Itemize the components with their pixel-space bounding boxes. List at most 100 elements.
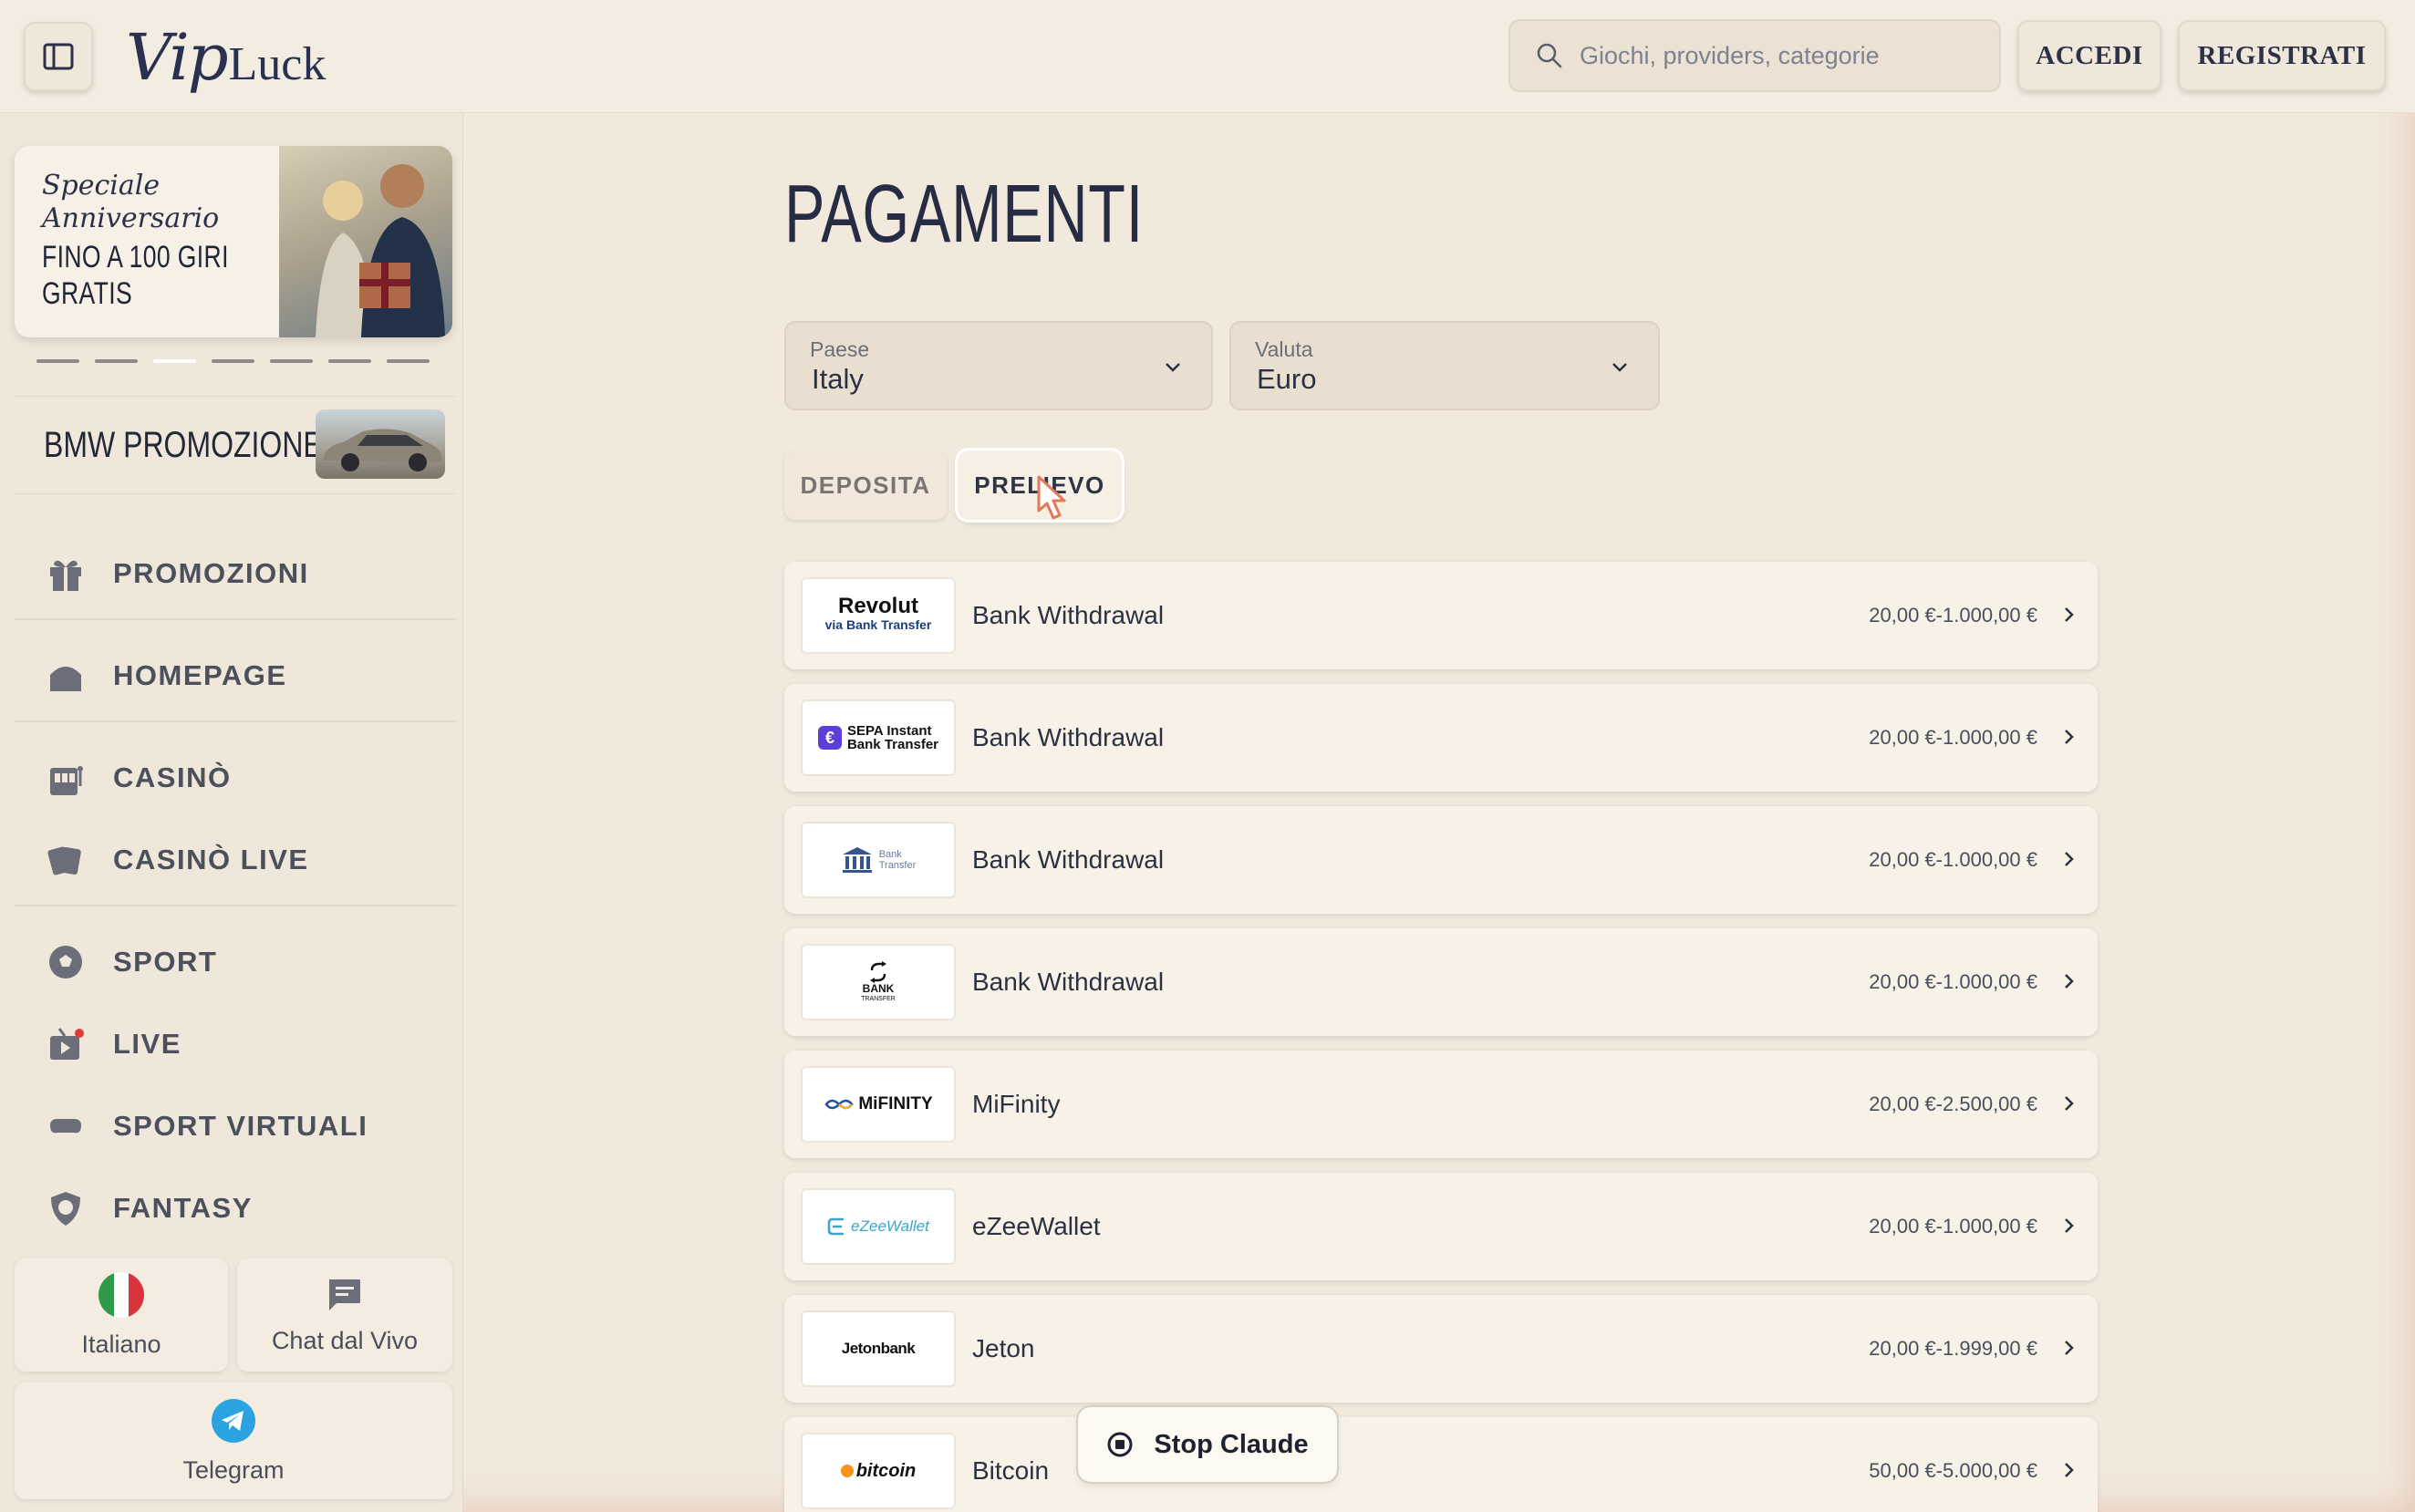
sidebar-item-promozioni[interactable]: PROMOZIONI [15,533,456,615]
infinity-icon [824,1099,854,1110]
tv-live-icon [46,1024,86,1064]
telegram-label: Telegram [182,1455,285,1484]
promo-carousel-dots[interactable] [36,359,430,363]
nav-divider [15,618,456,620]
gift-icon [46,554,86,594]
chevron-right-icon [2065,974,2074,989]
method-name: Bitcoin [972,1456,1050,1485]
live-chat-button[interactable]: Chat dal Vivo [237,1258,452,1372]
chevron-right-icon [2065,607,2074,622]
payment-method-row[interactable]: MiFINITY MiFinity 20,00 €-2.500,00 € [784,1051,2098,1158]
method-range: 20,00 €-1.000,00 € [1869,604,2037,627]
revolut-logo: Revolut via Bank Transfer [801,577,956,654]
method-range: 20,00 €-1.000,00 € [1869,1215,2037,1238]
casino-icon [46,758,86,798]
method-name: eZeeWallet [972,1212,1101,1240]
gamepad-icon [46,1106,86,1146]
home-icon [46,656,86,696]
search-box[interactable] [1508,19,2001,92]
chevron-down-icon [1612,363,1627,372]
ezeewallet-logo: eZeeWallet [801,1188,956,1265]
method-range: 20,00 €-1.000,00 € [1869,726,2037,749]
method-name: Jeton [972,1334,1035,1362]
carousel-dot[interactable] [95,359,138,363]
currency-select-value: Euro [1257,363,1317,395]
telegram-button[interactable]: Telegram [15,1383,452,1499]
bitcoin-coin-icon [840,1465,854,1477]
stop-claude-label: Stop Claude [1154,1429,1309,1459]
ezee-e-icon [827,1217,845,1236]
payment-method-row[interactable]: € SEPA Instant Bank Transfer Bank Withdr… [784,684,2098,792]
carousel-dot-active[interactable] [153,359,196,363]
payment-method-row[interactable]: bitcoin Bitcoin 50,00 €-5.000,00 € [784,1417,2098,1512]
register-button[interactable]: REGISTRATI [2178,20,2386,91]
sepa-instant-logo: € SEPA Instant Bank Transfer [801,699,956,776]
payment-method-row[interactable]: eZeeWallet eZeeWallet 20,00 €-1.000,00 € [784,1173,2098,1280]
chevron-down-icon [1166,363,1180,372]
sidebar-item-sport[interactable]: SPORT [15,921,456,1003]
carousel-dot[interactable] [212,359,254,363]
payment-method-row[interactable]: Revolut via Bank Transfer Bank Withdrawa… [784,562,2098,669]
transfer-arrows-icon [869,960,886,983]
chat-label: Chat dal Vivo [271,1326,419,1354]
carousel-dot[interactable] [387,359,430,363]
payment-method-row[interactable]: Jetonbank Jeton 20,00 €-1.999,00 € [784,1295,2098,1403]
country-select-value: Italy [812,363,864,395]
tab-deposit[interactable]: DEPOSITA [784,450,947,520]
payment-method-row[interactable]: Bank Transfer Bank Withdrawal 20,00 €-1.… [784,806,2098,914]
main-content: PAGAMENTI Paese Italy Valuta Euro DEPOSI… [463,113,2415,1512]
sidebar-item-casino-live[interactable]: CASINÒ LIVE [15,819,456,901]
mifinity-logo: MiFINITY [801,1066,956,1143]
promo-script-text: Speciale Anniversario [42,170,220,234]
search-input[interactable] [1580,41,1981,70]
chevron-right-icon [2065,1463,2074,1477]
method-range: 20,00 €-1.000,00 € [1869,970,2037,993]
sidebar-toggle-button[interactable] [24,22,93,91]
sidebar-item-live[interactable]: LIVE [15,1003,456,1085]
sidebar-panel-icon [43,43,74,70]
method-name: Bank Withdrawal [972,845,1165,874]
chevron-right-icon [2065,1341,2074,1355]
sidebar-item-homepage[interactable]: HOMEPAGE [15,635,456,717]
method-name: Bank Withdrawal [972,723,1165,751]
car-image [316,409,445,479]
nav-divider [15,905,456,906]
nav-divider [15,720,456,722]
promo-image [279,146,452,337]
method-name: Bank Withdrawal [972,601,1165,629]
carousel-dot[interactable] [36,359,79,363]
promo-banner[interactable]: Speciale Anniversario FINO A 100 GIRI GR… [15,146,452,337]
login-button[interactable]: ACCEDI [2017,20,2161,91]
telegram-icon [212,1398,255,1443]
jetonbank-logo: Jetonbank [801,1310,956,1387]
page-title: PAGAMENTI [784,169,1144,260]
sidebar: Speciale Anniversario FINO A 100 GIRI GR… [0,113,463,1512]
carousel-dot[interactable] [270,359,313,363]
payment-method-row[interactable]: BANK TRANSFER Bank Withdrawal 20,00 €-1.… [784,928,2098,1036]
brand-logo[interactable]: Vip Luck [126,20,326,95]
sidebar-item-casino[interactable]: CASINÒ [15,737,456,819]
bank-transfer-logo: Bank Transfer [801,822,956,898]
sidebar-item-fantasy[interactable]: FANTASY [15,1167,456,1249]
mouse-cursor-icon [1037,475,1066,520]
method-range: 20,00 €-2.500,00 € [1869,1093,2037,1115]
carousel-dot[interactable] [328,359,371,363]
stop-claude-button[interactable]: Stop Claude [1078,1407,1337,1482]
bank-building-icon [842,847,872,873]
search-icon [1537,43,1562,68]
sidebar-item-sport-virtuali[interactable]: SPORT VIRTUALI [15,1085,456,1167]
language-selector[interactable]: Italiano [15,1258,228,1372]
method-range: 20,00 €-1.000,00 € [1869,848,2037,871]
method-range: 20,00 €-1.999,00 € [1869,1337,2037,1360]
country-select[interactable]: Paese Italy [784,321,1213,410]
currency-select[interactable]: Valuta Euro [1229,321,1660,410]
method-name: Bank Withdrawal [972,968,1165,996]
chevron-right-icon [2065,852,2074,866]
chevron-right-icon [2065,1218,2074,1233]
top-bar: VipLuck ACCEDI REGISTRATI [0,0,2415,113]
cards-icon [46,840,86,880]
country-select-label: Paese [810,337,870,361]
shield-icon [46,1188,86,1228]
stop-icon [1107,1432,1133,1457]
bmw-promo-banner[interactable]: BMW PROMOZIONE [15,396,456,494]
